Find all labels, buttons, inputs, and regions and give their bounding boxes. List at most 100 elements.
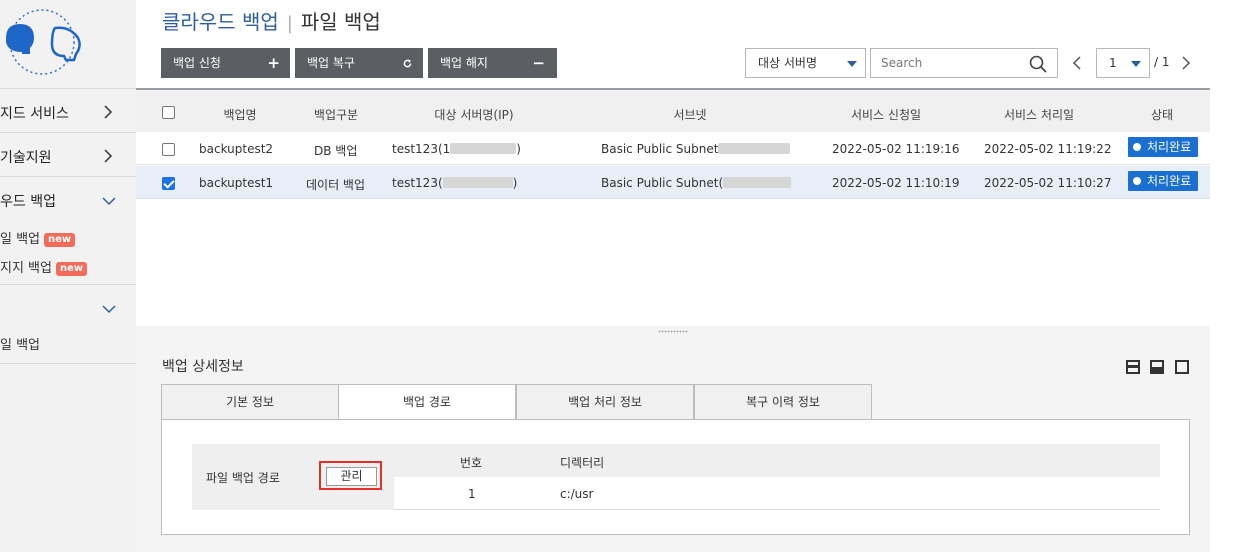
subnet-name: Basic Public Subnet <box>601 142 719 156</box>
column-header: 백업구분 <box>313 108 359 122</box>
column-header: 백업명 <box>223 108 257 122</box>
column-header: 번호 <box>460 456 483 470</box>
sidebar-subitem-image-backup[interactable]: 지지 백업 new <box>0 257 88 276</box>
cell-name: backuptest2 <box>199 142 274 156</box>
column-header: 디렉터리 <box>560 456 605 470</box>
view-split-icon[interactable] <box>1150 360 1164 374</box>
page-title: 클라우드 백업 | 파일 백업 <box>162 6 381 35</box>
panel-splitter[interactable] <box>136 326 1210 336</box>
cell-name: backuptest1 <box>199 176 274 190</box>
column-header: 서비스 신청일 <box>850 108 922 122</box>
backup-path-panel: 파일 백업 경로 관리 번호 디렉터리 1 c:/usr <box>161 419 1190 535</box>
status-badge: 처리완료 <box>1128 171 1198 191</box>
path-label: 파일 백업 경로 <box>206 471 280 485</box>
plus-icon: + <box>267 54 280 72</box>
masked-ip <box>450 143 517 154</box>
search-input[interactable] <box>871 49 1021 77</box>
tab-basic-info[interactable]: 기본 정보 <box>161 384 339 420</box>
cell-type: DB 백업 <box>314 144 358 158</box>
sidebar-subitem-file-backup[interactable]: 일 백업 new <box>0 228 76 247</box>
apply-backup-button[interactable]: 백업 신청 + <box>161 48 290 78</box>
chevron-down-icon <box>102 197 116 206</box>
chevron-right-icon <box>104 105 113 119</box>
tab-backup-path[interactable]: 백업 경로 <box>338 384 516 420</box>
detail-title: 백업 상세정보 <box>162 359 244 375</box>
table-row[interactable]: backuptest2 DB 백업 test123(1) Basic Publi… <box>136 132 1210 165</box>
cell-number: 1 <box>468 487 476 501</box>
cell-processed-date: 2022-05-02 11:19:22 <box>984 142 1112 156</box>
column-header: 서비스 처리일 <box>1003 108 1075 122</box>
path-label-box: 파일 백업 경로 관리 <box>192 444 394 510</box>
server-name: test123(1 <box>392 142 451 156</box>
sidebar-divider <box>0 363 136 364</box>
server-suffix: ) <box>512 176 518 190</box>
view-minimize-icon[interactable] <box>1126 360 1140 374</box>
sidebar-subitem-label: 일 백업 <box>0 232 41 247</box>
prev-page-icon[interactable] <box>1072 55 1082 71</box>
search-box[interactable] <box>870 48 1058 78</box>
row-checkbox[interactable] <box>162 143 175 156</box>
refresh-icon <box>403 59 412 68</box>
main-content: 클라우드 백업 | 파일 백업 백업 신청 + 백업 복구 백업 해지 − 대상 서… <box>136 0 1210 552</box>
sidebar: 지드 서비스 기술지원 우드 백업 일 백업 new 지지 백업 new 일 백업 <box>0 0 136 552</box>
subnet-name: Basic Public Subnet( <box>601 176 724 190</box>
server-suffix: ) <box>516 142 521 156</box>
view-maximize-icon[interactable] <box>1175 360 1189 374</box>
button-label: 백업 신청 <box>173 56 221 70</box>
new-badge: new <box>44 233 76 247</box>
caret-down-icon <box>847 61 857 67</box>
masked-subnet <box>723 177 792 188</box>
page-current: 1 <box>1109 56 1117 70</box>
masked-subnet <box>718 143 791 154</box>
cancel-backup-button[interactable]: 백업 해지 − <box>428 48 557 78</box>
minus-icon: − <box>532 54 545 72</box>
cell-applied-date: 2022-05-02 11:19:16 <box>832 142 960 156</box>
logo-icon <box>6 9 81 75</box>
sidebar-subitem-file-backup-2[interactable]: 일 백업 <box>0 334 40 353</box>
backup-table: 백업명 백업구분 대상 서버명(IP) 서브넷 서비스 신청일 서비스 처리일 … <box>136 88 1210 326</box>
sidebar-subitem-label: 지지 백업 <box>0 261 52 276</box>
title-separator: | <box>286 13 293 34</box>
server-name: test123( <box>392 176 443 190</box>
sidebar-item-support[interactable]: 기술지원 <box>0 133 136 177</box>
button-label: 백업 복구 <box>307 56 355 70</box>
table-row-selected[interactable]: backuptest1 데이터 백업 test123() Basic Publi… <box>136 166 1210 199</box>
search-icon[interactable] <box>1029 55 1047 73</box>
chevron-down-icon <box>102 305 116 314</box>
sidebar-item-group[interactable] <box>0 285 136 329</box>
table-header: 백업명 백업구분 대상 서버명(IP) 서브넷 서비스 신청일 서비스 처리일 … <box>136 88 1210 132</box>
cell-directory: c:/usr <box>560 487 594 501</box>
cell-server: test123(1) <box>392 142 521 156</box>
sidebar-item-label: 지드 서비스 <box>0 106 69 122</box>
directory-table: 번호 디렉터리 1 c:/usr <box>394 444 1160 510</box>
select-value: 대상 서버명 <box>758 56 818 70</box>
button-label: 백업 해지 <box>440 56 488 70</box>
grip-icon <box>658 330 688 333</box>
new-badge: new <box>55 262 88 276</box>
table-header: 번호 디렉터리 <box>394 444 1160 477</box>
page-total: / 1 <box>1154 55 1170 69</box>
next-page-icon[interactable] <box>1181 55 1191 71</box>
restore-backup-button[interactable]: 백업 복구 <box>295 48 423 78</box>
select-all-checkbox[interactable] <box>162 106 175 119</box>
cell-subnet: Basic Public Subnet <box>601 142 791 156</box>
tab-backup-process[interactable]: 백업 처리 정보 <box>516 384 694 420</box>
sidebar-item-label: 우드 백업 <box>0 194 56 210</box>
caret-down-icon <box>1131 61 1141 67</box>
manage-button[interactable]: 관리 <box>326 467 377 486</box>
server-select[interactable]: 대상 서버명 <box>745 48 866 78</box>
page-title-sub: 파일 백업 <box>300 10 381 34</box>
cell-server: test123() <box>392 176 517 190</box>
tab-restore-history[interactable]: 복구 이력 정보 <box>694 384 872 420</box>
column-header: 서브넷 <box>673 108 707 122</box>
page-select[interactable]: 1 <box>1096 48 1150 78</box>
sidebar-item-service[interactable]: 지드 서비스 <box>0 89 136 133</box>
table-row[interactable]: 1 c:/usr <box>394 477 1160 510</box>
row-checkbox-checked[interactable] <box>162 177 175 190</box>
cell-subnet: Basic Public Subnet( <box>601 176 792 190</box>
masked-ip <box>442 177 513 188</box>
cell-applied-date: 2022-05-02 11:10:19 <box>832 176 960 190</box>
chevron-right-icon <box>104 149 113 163</box>
sidebar-item-label: 기술지원 <box>0 150 52 166</box>
sidebar-item-cloud-backup[interactable]: 우드 백업 <box>0 177 136 217</box>
